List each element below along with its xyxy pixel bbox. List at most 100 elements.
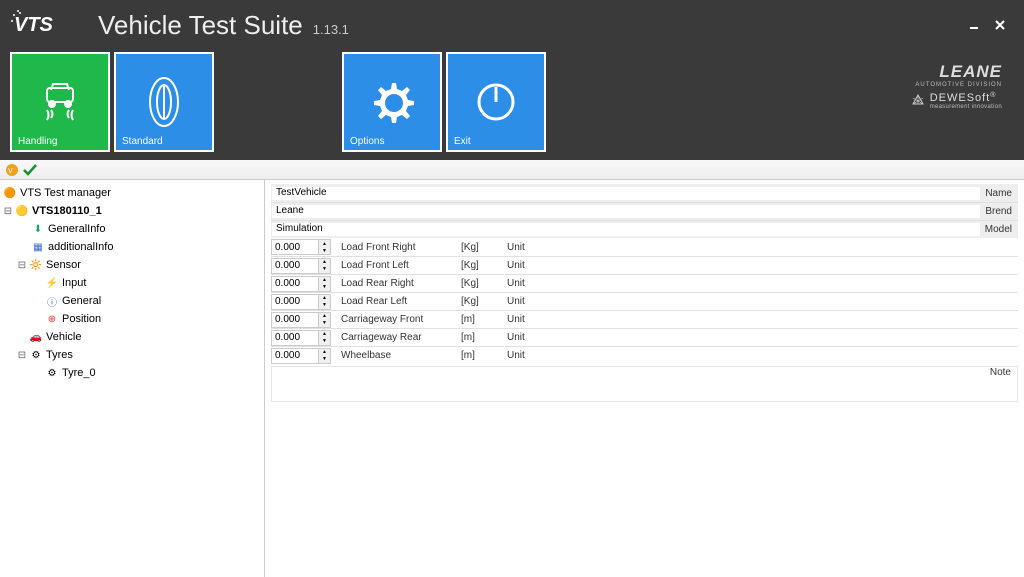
close-button[interactable] <box>992 17 1008 33</box>
tile-exit[interactable]: Exit <box>446 52 546 152</box>
spin-down-icon[interactable]: ▼ <box>319 356 330 363</box>
param-unit: [m] <box>457 350 503 361</box>
param-label: Carriageway Rear <box>337 332 457 343</box>
spinner[interactable]: ▲▼ <box>319 276 331 292</box>
spin-up-icon[interactable]: ▲ <box>319 295 330 302</box>
tile-handling[interactable]: Handling <box>10 52 110 152</box>
svg-text:V: V <box>8 168 13 175</box>
name-label: Name <box>981 188 1018 199</box>
titlebar: VTS Vehicle Test Suite 1.13.1 <box>0 0 1024 44</box>
value-input[interactable] <box>271 348 319 364</box>
unit-label: Unit <box>503 350 563 361</box>
value-input[interactable] <box>271 239 319 255</box>
spin-up-icon[interactable]: ▲ <box>319 313 330 320</box>
spin-up-icon[interactable]: ▲ <box>319 349 330 356</box>
param-unit: [m] <box>457 332 503 343</box>
tree-item-tyres[interactable]: ⊟ ⚙ Tyres <box>2 346 262 364</box>
form-data-row: ▲▼Load Rear Left[Kg]Unit <box>271 292 1018 310</box>
value-input[interactable] <box>271 330 319 346</box>
param-label: Load Rear Left <box>337 296 457 307</box>
spinner[interactable]: ▲▼ <box>319 294 331 310</box>
tiles-row: Handling Standard Options <box>0 44 1024 160</box>
tile-standard[interactable]: Standard <box>114 52 214 152</box>
car-handling-icon <box>33 70 87 133</box>
brand-logos: LEANE AUTOMOTIVE DIVISION DEWESoft® meas… <box>911 52 1014 152</box>
brand-value[interactable]: Leane <box>271 204 981 219</box>
spinner[interactable]: ▲▼ <box>319 258 331 274</box>
param-unit: [Kg] <box>457 296 503 307</box>
vts-mini-icon[interactable]: V <box>4 162 20 178</box>
spin-up-icon[interactable]: ▲ <box>319 277 330 284</box>
param-label: Wheelbase <box>337 350 457 361</box>
form-data-row: ▲▼ Wheelbase[m]Unit <box>271 346 1018 364</box>
leane-logo: LEANE <box>915 62 1002 82</box>
form-data-row: ▲▼Carriageway Rear[m]Unit <box>271 328 1018 346</box>
form-row-note: Note <box>271 366 1018 402</box>
param-label: Load Front Right <box>337 242 457 253</box>
spin-up-icon[interactable]: ▲ <box>319 331 330 338</box>
spinner[interactable]: ▲▼ <box>319 239 331 255</box>
form-row-model: Simulation Model <box>271 220 1018 238</box>
form-data-row: ▲▼ Carriageway Front[m]Unit <box>271 310 1018 328</box>
spin-down-icon[interactable]: ▼ <box>319 284 330 291</box>
unit-label: Unit <box>503 314 563 325</box>
spinner[interactable]: ▲▼ <box>319 330 331 346</box>
spin-down-icon[interactable]: ▼ <box>319 302 330 309</box>
tree-collapse-icon[interactable]: ⊟ <box>2 206 14 217</box>
check-icon[interactable] <box>22 162 38 178</box>
value-input[interactable] <box>271 312 319 328</box>
tile-options[interactable]: Options <box>342 52 442 152</box>
value-input[interactable] <box>271 294 319 310</box>
spin-down-icon[interactable]: ▼ <box>319 247 330 254</box>
tree-item-input[interactable]: ⚡ Input <box>2 274 262 292</box>
tree-item-position[interactable]: ⊕ Position <box>2 310 262 328</box>
param-label: Carriageway Front <box>337 314 457 325</box>
model-value[interactable]: Simulation <box>271 222 981 237</box>
folder-icon: 🟡 <box>14 204 30 218</box>
spinner[interactable]: ▲▼ <box>319 348 331 364</box>
spin-up-icon[interactable]: ▲ <box>319 259 330 266</box>
spin-down-icon[interactable]: ▼ <box>319 320 330 327</box>
dewesoft-logo: DEWESoft® <box>930 92 997 104</box>
spin-down-icon[interactable]: ▼ <box>319 266 330 273</box>
position-icon: ⊕ <box>44 312 60 326</box>
tile-standard-label: Standard <box>116 133 169 150</box>
dewesoft-subtitle: measurement innovation <box>930 104 1002 110</box>
tree-item-vts180110[interactable]: ⊟ 🟡 VTS180110_1 <box>2 202 262 220</box>
spin-up-icon[interactable]: ▲ <box>319 240 330 247</box>
tree-item-vehicle[interactable]: 🚗 Vehicle <box>2 328 262 346</box>
param-unit: [Kg] <box>457 278 503 289</box>
note-label: Note <box>986 367 1017 401</box>
param-unit: [m] <box>457 314 503 325</box>
note-value[interactable] <box>272 367 986 401</box>
form-data-row: ▲▼Load Front Left[Kg]Unit <box>271 256 1018 274</box>
minimize-button[interactable] <box>966 17 982 33</box>
dewesoft-icon <box>911 94 925 108</box>
tile-options-label: Options <box>344 133 390 150</box>
app-title: Vehicle Test Suite <box>98 10 303 41</box>
tree-item-generalinfo[interactable]: ⬇ GeneralInfo <box>2 220 262 238</box>
form-row-name: TestVehicle Name <box>271 184 1018 202</box>
value-input[interactable] <box>271 276 319 292</box>
spin-down-icon[interactable]: ▼ <box>319 338 330 345</box>
spinner[interactable]: ▲▼ <box>319 312 331 328</box>
tree-item-general[interactable]: ⓘ General <box>2 292 262 310</box>
form-row-brand: Leane Brend <box>271 202 1018 220</box>
form-data-row: ▲▼Load Front Right[Kg]Unit <box>271 238 1018 256</box>
tree-item-additionalinfo[interactable]: ▦ additionalInfo <box>2 238 262 256</box>
tire-icon <box>144 70 184 133</box>
input-icon: ⚡ <box>44 276 60 290</box>
svg-text:VTS: VTS <box>14 14 54 36</box>
tree-collapse-icon[interactable]: ⊟ <box>16 260 28 271</box>
gear-icon <box>367 70 417 133</box>
tree-root[interactable]: 🟠 VTS Test manager <box>2 184 262 202</box>
power-icon <box>473 70 519 133</box>
form-data-row: ▲▼Load Rear Right[Kg]Unit <box>271 274 1018 292</box>
tree-collapse-icon[interactable]: ⊟ <box>16 350 28 361</box>
value-input[interactable] <box>271 258 319 274</box>
tree-panel: 🟠 VTS Test manager ⊟ 🟡 VTS180110_1 ⬇ Gen… <box>0 180 265 577</box>
model-label: Model <box>981 224 1018 235</box>
tree-item-sensor[interactable]: ⊟ 🔆 Sensor <box>2 256 262 274</box>
tree-item-tyre0[interactable]: ⚙ Tyre_0 <box>2 364 262 382</box>
name-value[interactable]: TestVehicle <box>271 186 981 201</box>
